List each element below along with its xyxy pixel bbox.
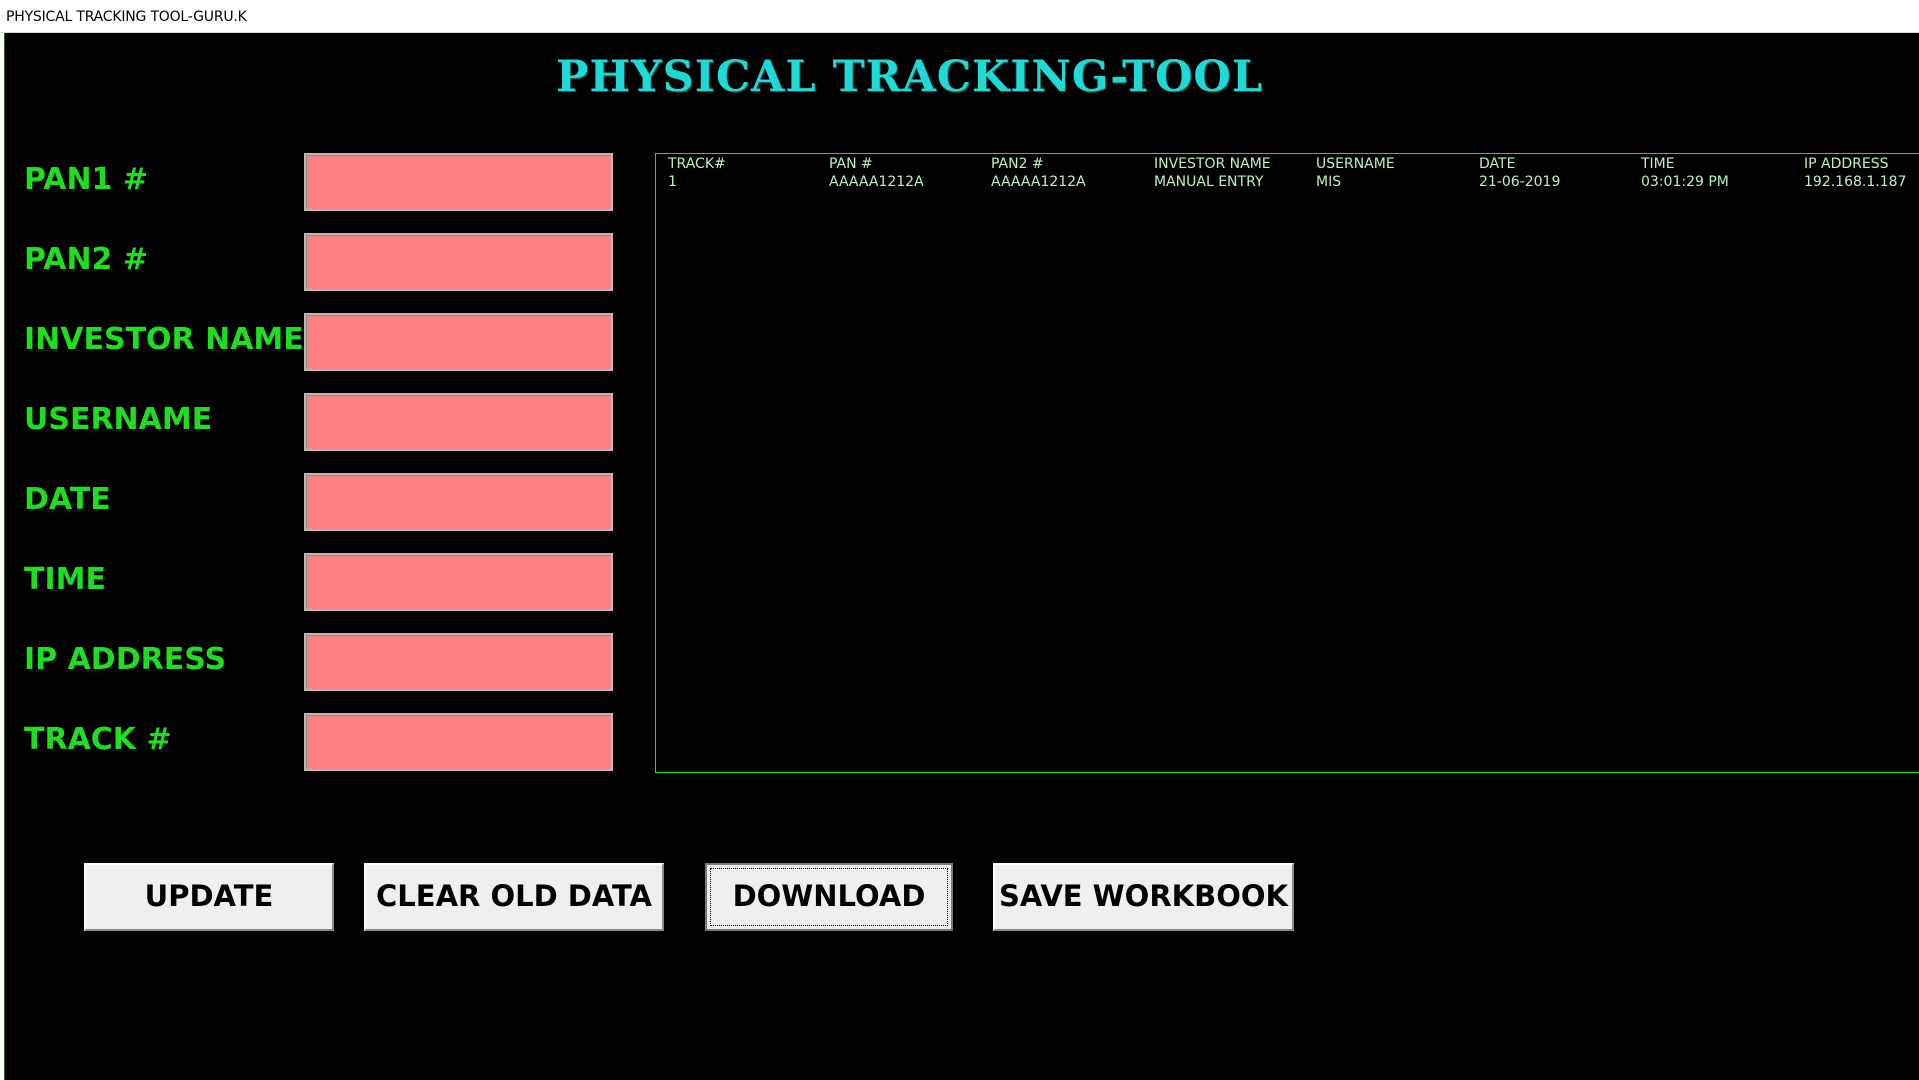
clear-old-data-button[interactable]: CLEAR OLD DATA xyxy=(364,863,664,931)
column-header-track: TRACK# xyxy=(668,156,726,172)
pan2-label: PAN2 # xyxy=(24,242,149,277)
row-1-track[interactable]: 1 xyxy=(668,174,677,190)
records-listbox[interactable]: TRACK# PAN # PAN2 # INVESTOR NAME USERNA… xyxy=(655,153,1919,773)
date-label: DATE xyxy=(24,482,111,517)
download-button[interactable]: DOWNLOAD xyxy=(705,863,953,931)
window-title: PHYSICAL TRACKING TOOL-GURU.K xyxy=(6,9,247,25)
row-1-ip-address[interactable]: 192.168.1.187 xyxy=(1804,174,1906,190)
time-input[interactable] xyxy=(304,553,613,611)
row-1-date[interactable]: 21-06-2019 xyxy=(1479,174,1560,190)
pan1-label: PAN1 # xyxy=(24,162,149,197)
column-header-pan2: PAN2 # xyxy=(991,156,1044,172)
track-label: TRACK # xyxy=(24,722,172,757)
app-window: PHYSICAL TRACKING TOOL-GURU.K PHYSICAL T… xyxy=(0,0,1919,1080)
column-header-date: DATE xyxy=(1479,156,1516,172)
row-1-time[interactable]: 03:01:29 PM xyxy=(1641,174,1729,190)
row-1-username[interactable]: MIS xyxy=(1316,174,1341,190)
column-header-investor-name: INVESTOR NAME xyxy=(1154,156,1271,172)
pan2-input[interactable] xyxy=(304,233,613,291)
focus-ring xyxy=(710,868,948,926)
time-label: TIME xyxy=(24,562,106,597)
update-button[interactable]: UPDATE xyxy=(84,863,334,931)
save-workbook-button[interactable]: SAVE WORKBOOK xyxy=(993,863,1294,931)
column-header-username: USERNAME xyxy=(1316,156,1395,172)
track-input[interactable] xyxy=(304,713,613,771)
ip-address-label: IP ADDRESS xyxy=(24,642,227,677)
username-input[interactable] xyxy=(304,393,613,451)
row-1-pan2[interactable]: AAAAA1212A xyxy=(991,174,1086,190)
date-input[interactable] xyxy=(304,473,613,531)
pan1-input[interactable] xyxy=(304,153,613,211)
column-header-ip-address: IP ADDRESS xyxy=(1804,156,1889,172)
app-heading: PHYSICAL TRACKING-TOOL xyxy=(556,52,1264,102)
username-label: USERNAME xyxy=(24,402,213,437)
investor-name-label: INVESTOR NAME xyxy=(24,322,304,357)
column-header-time: TIME xyxy=(1641,156,1675,172)
window-titlebar[interactable]: PHYSICAL TRACKING TOOL-GURU.K xyxy=(0,0,1919,33)
column-header-pan: PAN # xyxy=(829,156,873,172)
row-1-investor-name[interactable]: MANUAL ENTRY xyxy=(1154,174,1263,190)
ip-address-input[interactable] xyxy=(304,633,613,691)
row-1-pan[interactable]: AAAAA1212A xyxy=(829,174,924,190)
investor-name-input[interactable] xyxy=(304,313,613,371)
